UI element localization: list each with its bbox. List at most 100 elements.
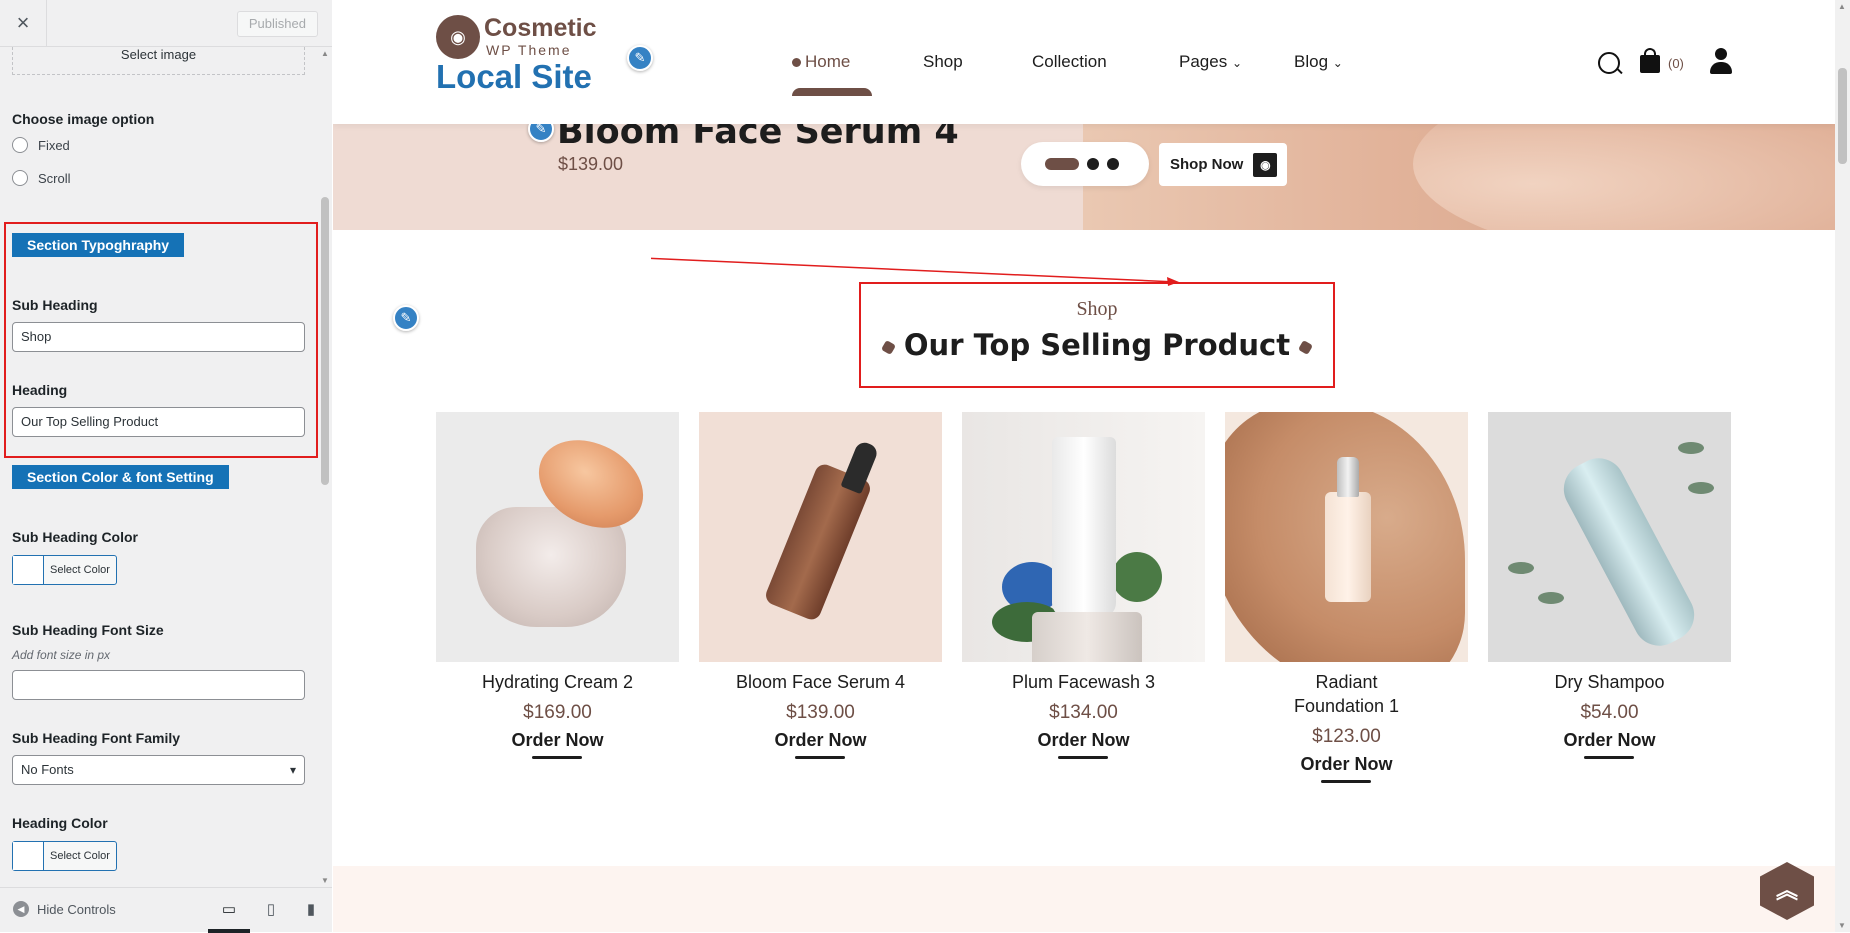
customizer-footer: ◀ Hide Controls ▭ ▯ ▮ bbox=[0, 887, 332, 933]
tablet-icon[interactable]: ▯ bbox=[250, 896, 292, 933]
radio-scroll[interactable]: Scroll bbox=[12, 170, 71, 186]
edit-shortcut-icon[interactable]: ✎ bbox=[627, 45, 653, 71]
nav-collection[interactable]: Collection bbox=[1032, 52, 1107, 72]
product-image[interactable] bbox=[436, 412, 679, 662]
logo-icon: ◉ bbox=[1253, 152, 1278, 177]
product-image[interactable] bbox=[1488, 412, 1731, 662]
product-card: Dry Shampoo $54.00 Order Now bbox=[1488, 412, 1731, 759]
cart-icon[interactable] bbox=[1640, 48, 1660, 73]
sub-heading-font-size-label: Sub Heading Font Size bbox=[12, 622, 164, 638]
product-card: Bloom Face Serum 4 $139.00 Order Now bbox=[699, 412, 942, 759]
order-now-button[interactable]: Order Now bbox=[774, 730, 867, 759]
collapse-icon: ◀ bbox=[13, 901, 29, 917]
product-price: $169.00 bbox=[523, 702, 592, 723]
hexagon-bullet-icon bbox=[1298, 339, 1314, 355]
product-name[interactable]: Hydrating Cream 2 bbox=[436, 670, 679, 694]
search-icon[interactable] bbox=[1598, 52, 1620, 74]
chevron-down-icon: ▾ bbox=[289, 763, 296, 777]
site-preview: ◉ Cosmetic WP Theme Local Site ✎ Home Sh… bbox=[333, 0, 1850, 932]
preview-scrollbar[interactable]: ▲ ▼ bbox=[1835, 0, 1850, 932]
select-value: No Fonts bbox=[21, 762, 74, 777]
radio-fixed-label: Fixed bbox=[38, 137, 70, 153]
scroll-down-icon[interactable]: ▼ bbox=[1838, 921, 1846, 930]
select-image-button[interactable]: Select image bbox=[12, 47, 305, 75]
order-now-button[interactable]: Order Now bbox=[1300, 754, 1393, 783]
annotation-arrow bbox=[651, 257, 1179, 286]
mobile-icon[interactable]: ▮ bbox=[290, 896, 332, 933]
edit-shortcut-icon[interactable]: ✎ bbox=[528, 124, 554, 142]
radio-circle[interactable] bbox=[12, 137, 28, 153]
section-heading-text: Our Top Selling Product bbox=[903, 328, 1291, 362]
shop-now-label: Shop Now bbox=[1170, 156, 1244, 173]
cart-count: (0) bbox=[1668, 56, 1684, 71]
nav-pages[interactable]: Pages ⌄ bbox=[1179, 52, 1242, 72]
next-section bbox=[333, 866, 1835, 932]
order-now-button[interactable]: Order Now bbox=[1037, 730, 1130, 759]
product-card: Plum Facewash 3 $134.00 Order Now bbox=[962, 412, 1205, 759]
order-now-button[interactable]: Order Now bbox=[1563, 730, 1656, 759]
hero-title: Bloom Face Serum 4 bbox=[557, 124, 959, 152]
slider-dot[interactable] bbox=[1087, 158, 1099, 170]
user-account-icon[interactable] bbox=[1710, 48, 1732, 74]
logo-name[interactable]: Cosmetic bbox=[484, 14, 597, 43]
hexagon-bullet-icon bbox=[880, 339, 896, 355]
product-image[interactable] bbox=[962, 412, 1205, 662]
product-card: Radiant Foundation 1 $123.00 Order Now bbox=[1225, 412, 1468, 783]
desktop-icon[interactable]: ▭ bbox=[208, 896, 250, 933]
sub-heading-color-label: Sub Heading Color bbox=[12, 529, 138, 545]
sub-heading-color-picker[interactable]: Select Color bbox=[12, 555, 117, 585]
product-name[interactable]: Radiant Foundation 1 bbox=[1225, 670, 1468, 718]
nav-home[interactable]: Home bbox=[792, 52, 850, 72]
published-button[interactable]: Published bbox=[236, 11, 318, 37]
product-name[interactable]: Bloom Face Serum 4 bbox=[699, 670, 942, 694]
slider-dot[interactable] bbox=[1107, 158, 1119, 170]
logo-icon[interactable]: ◉ bbox=[436, 15, 480, 59]
site-title[interactable]: Local Site bbox=[436, 58, 592, 96]
heading-color-picker[interactable]: Select Color bbox=[12, 841, 117, 871]
highlight-box bbox=[4, 222, 318, 458]
nav-blog-label: Blog bbox=[1294, 52, 1329, 71]
scroll-up-icon[interactable]: ▲ bbox=[1838, 2, 1846, 11]
sub-heading-font-family-label: Sub Heading Font Family bbox=[12, 730, 181, 746]
customizer-header: × Published bbox=[0, 0, 332, 47]
hero-price: $139.00 bbox=[558, 154, 624, 174]
scrollbar-thumb[interactable] bbox=[1838, 68, 1847, 164]
slider-dot-active[interactable] bbox=[1045, 158, 1079, 170]
chevron-down-icon: ⌄ bbox=[1231, 56, 1242, 70]
scrollbar-thumb[interactable] bbox=[321, 197, 329, 485]
edit-shortcut-icon[interactable]: ✎ bbox=[393, 305, 419, 331]
radio-scroll-label: Scroll bbox=[38, 170, 71, 186]
section-color-font-button[interactable]: Section Color & font Setting bbox=[12, 465, 229, 489]
product-name[interactable]: Dry Shampoo bbox=[1488, 670, 1731, 694]
product-price: $139.00 bbox=[786, 702, 855, 723]
color-swatch bbox=[13, 842, 44, 870]
product-image[interactable] bbox=[699, 412, 942, 662]
product-price: $134.00 bbox=[1049, 702, 1118, 723]
font-size-hint: Add font size in px bbox=[12, 648, 111, 662]
radio-circle[interactable] bbox=[12, 170, 28, 186]
hide-controls-button[interactable]: ◀ Hide Controls bbox=[13, 901, 116, 917]
close-customizer-button[interactable]: × bbox=[0, 0, 47, 47]
hide-controls-label: Hide Controls bbox=[37, 901, 116, 917]
select-color-label: Select Color bbox=[50, 564, 110, 576]
nav-shop[interactable]: Shop bbox=[923, 52, 963, 72]
shop-now-button[interactable]: Shop Now ◉ bbox=[1159, 143, 1288, 186]
sub-heading-font-size-input[interactable] bbox=[12, 670, 305, 700]
product-card: Hydrating Cream 2 $169.00 Order Now bbox=[436, 412, 679, 759]
scroll-down-icon[interactable]: ▼ bbox=[321, 876, 329, 885]
slider-pagination[interactable] bbox=[1021, 142, 1149, 186]
nav-pages-label: Pages bbox=[1179, 52, 1228, 71]
color-swatch bbox=[13, 556, 44, 584]
scroll-up-icon[interactable]: ▲ bbox=[321, 49, 329, 58]
product-price: $123.00 bbox=[1312, 726, 1381, 747]
image-option-label: Choose image option bbox=[12, 111, 155, 127]
product-name[interactable]: Plum Facewash 3 bbox=[962, 670, 1205, 694]
sub-heading-font-family-select[interactable]: No Fonts ▾ bbox=[12, 755, 305, 785]
product-image[interactable] bbox=[1225, 412, 1468, 662]
radio-fixed[interactable]: Fixed bbox=[12, 137, 70, 153]
nav-blog[interactable]: Blog ⌄ bbox=[1294, 52, 1343, 72]
customizer-controls: Select image Choose image option Fixed S… bbox=[0, 47, 318, 887]
section-heading: Our Top Selling Product bbox=[859, 328, 1335, 362]
sidebar-scrollbar[interactable]: ▲ ▼ bbox=[318, 47, 332, 887]
order-now-button[interactable]: Order Now bbox=[511, 730, 604, 759]
